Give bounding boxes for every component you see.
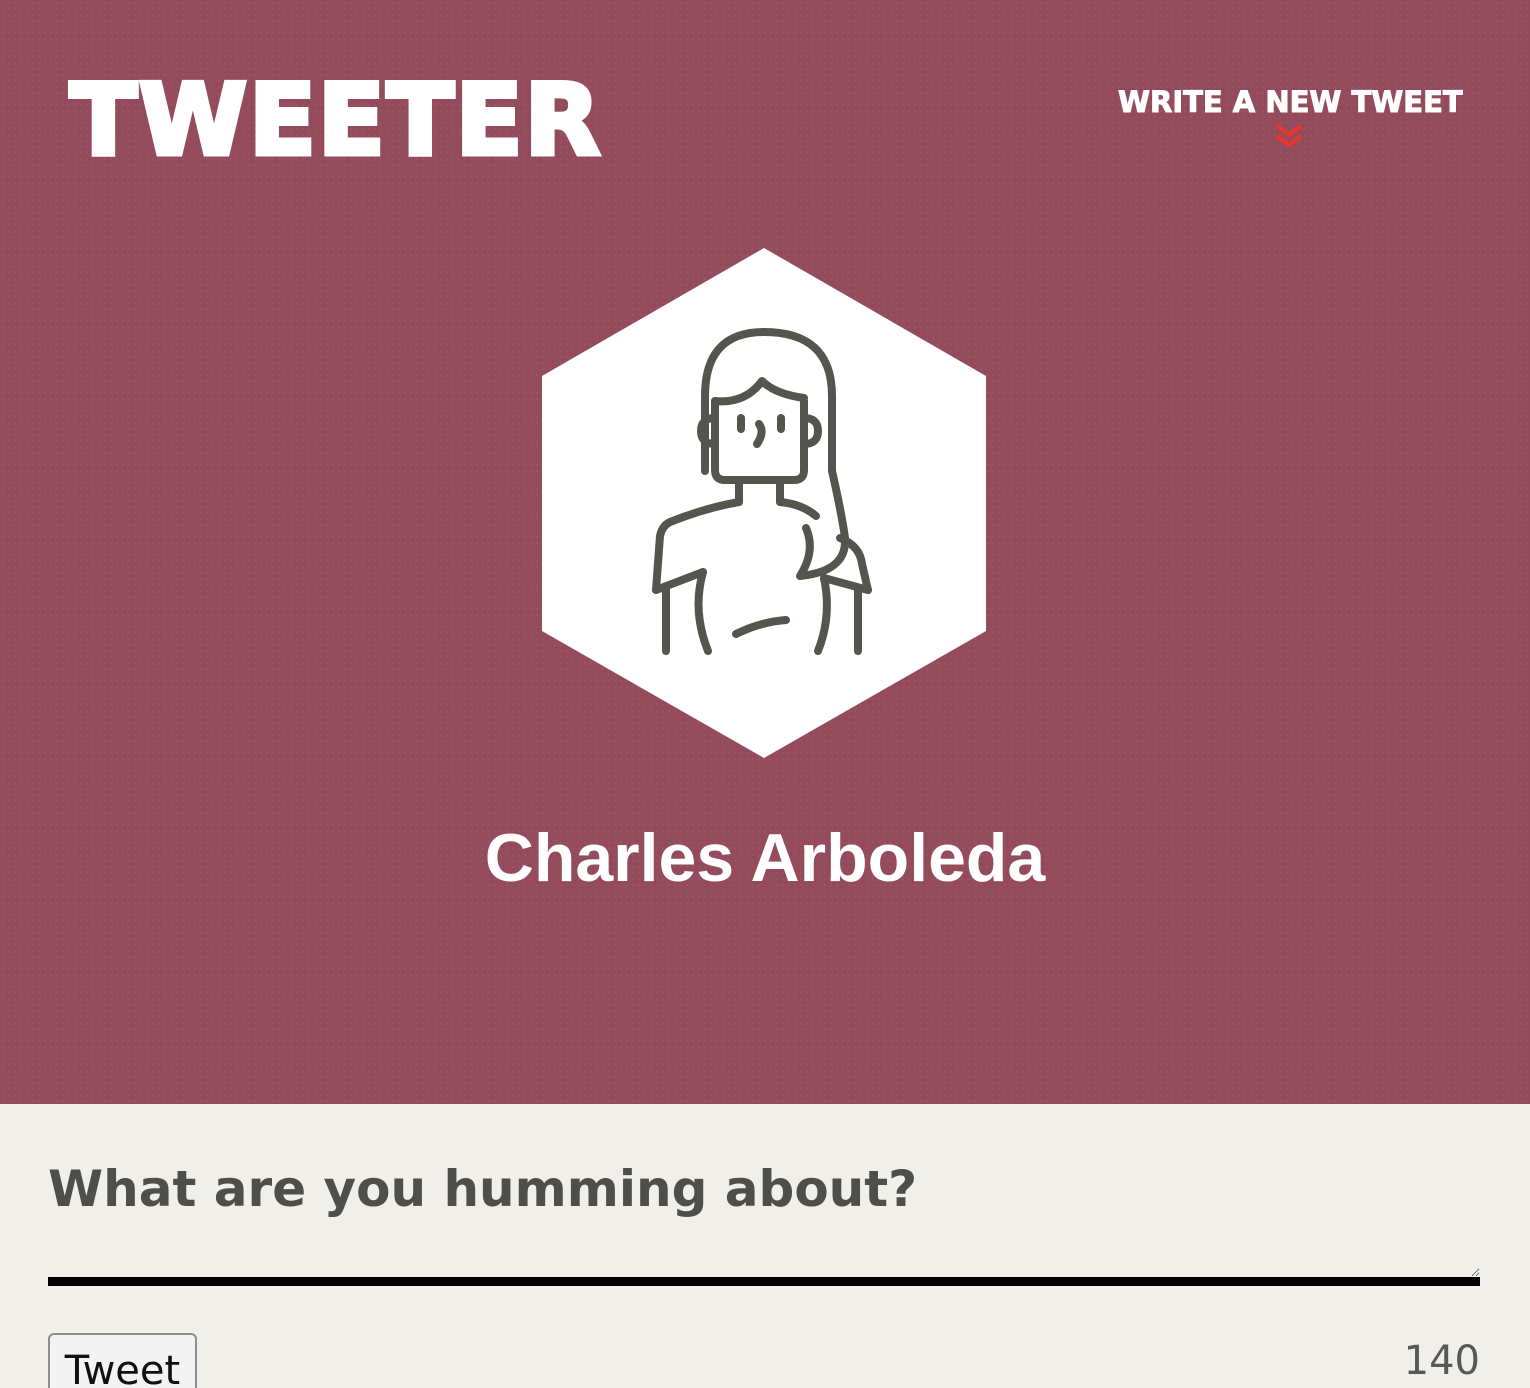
site-logo: TWEETER xyxy=(67,64,603,179)
character-counter: 140 xyxy=(1403,1338,1480,1384)
tweet-button[interactable]: Tweet xyxy=(48,1333,197,1388)
double-chevron-down-icon[interactable] xyxy=(1273,124,1305,150)
compose-prompt: What are you humming about? xyxy=(48,1160,918,1218)
page: TWEETER WRITE A NEW TWEET Charles Arbole… xyxy=(0,0,1530,1388)
write-new-tweet-link[interactable]: WRITE A NEW TWEET xyxy=(1118,84,1464,120)
user-name: Charles Arboleda xyxy=(484,820,1046,896)
woman-avatar-icon xyxy=(542,248,986,758)
profile-header: TWEETER WRITE A NEW TWEET Charles Arbole… xyxy=(0,0,1530,1104)
tweet-textarea[interactable] xyxy=(48,1232,1480,1286)
